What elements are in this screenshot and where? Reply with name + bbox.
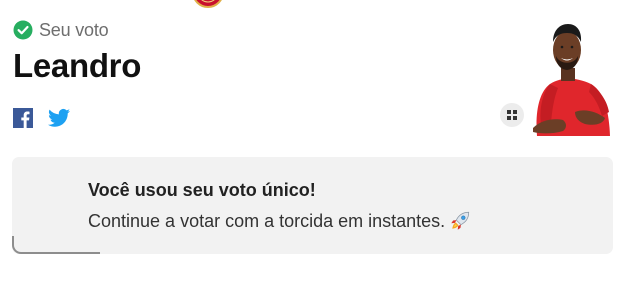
notice-message-line: Continue a votar com a torcida em instan… (88, 210, 471, 232)
notice-corner-accent (12, 236, 100, 254)
twitter-icon (48, 108, 70, 127)
check-circle-icon (13, 20, 33, 40)
rocket-icon (449, 210, 471, 232)
notice-message: Continue a votar com a torcida em instan… (88, 211, 446, 231)
candidate-photo (523, 20, 613, 136)
candidate-name: Leandro (13, 47, 142, 84)
grid-view-button[interactable] (500, 103, 524, 127)
share-facebook-button[interactable] (13, 108, 33, 128)
facebook-icon (13, 108, 33, 128)
grid-icon (507, 110, 517, 120)
vote-status-label: Seu voto (39, 19, 109, 40)
share-twitter-button[interactable] (48, 108, 70, 128)
brand-badge-icon (191, 0, 225, 8)
vote-notice-card (12, 157, 613, 254)
vote-status: Seu voto (13, 19, 109, 41)
notice-title: Você usou seu voto único! (88, 180, 316, 200)
